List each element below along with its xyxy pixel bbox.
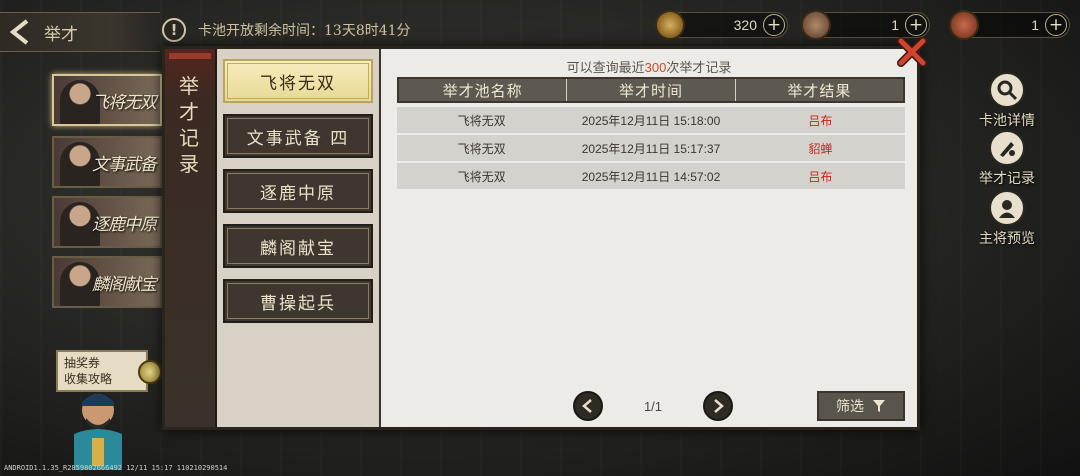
column-header-time: 举才时间 <box>566 79 734 101</box>
currency-value: 1 <box>1031 17 1039 33</box>
filter-button[interactable]: 筛选 <box>817 391 905 421</box>
currency-coin: 320 + <box>655 10 788 40</box>
pool-timer-text: 卡池开放剩余时间：13天8时41分 <box>198 23 411 39</box>
banner-label: 逐鹿中原 <box>92 215 157 235</box>
banner-label: 文事武备 <box>92 155 157 175</box>
mascot-character <box>66 388 130 470</box>
pool-tab-list: 飞将无双 文事武备 四 逐鹿中原 麟阁献宝 曹操起兵 <box>217 49 379 427</box>
coin-icon <box>655 10 685 40</box>
currency-ticket: 1 + <box>949 10 1070 40</box>
tab-linge[interactable]: 麟阁献宝 <box>223 224 373 268</box>
table-row: 飞将无双 2025年12月11日 15:18:00 吕布 <box>397 107 905 133</box>
currency-token: 1 + <box>801 10 930 40</box>
next-page-button[interactable] <box>702 391 733 421</box>
general-preview-button[interactable]: 主将预览 <box>972 190 1042 248</box>
add-token-button[interactable]: + <box>905 14 927 36</box>
banner-feijiang[interactable]: 飞将无双 <box>52 74 162 126</box>
close-button[interactable] <box>896 36 928 68</box>
ticket-icon <box>949 10 979 40</box>
filter-label: 筛选 <box>836 399 864 415</box>
records-modal: 举才记录 飞将无双 文事武备 四 逐鹿中原 麟阁献宝 曹操起兵 可以查询最近30… <box>162 46 920 430</box>
cell-result: 吕布 <box>808 169 833 184</box>
exclamation-icon: ! <box>162 18 186 42</box>
back-arrow-icon <box>0 12 40 52</box>
cell-time: 2025年12月11日 14:57:02 <box>581 169 721 184</box>
pool-timer-notice: ! 卡池开放剩余时间：13天8时41分 <box>162 18 411 42</box>
chevron-right-icon <box>714 399 724 413</box>
page-indicator: 1/1 <box>643 398 663 414</box>
currency-value: 320 <box>733 17 757 33</box>
prev-page-button[interactable] <box>573 391 603 421</box>
guide-line2: 收集攻略 <box>64 372 113 386</box>
magnifier-icon <box>989 72 1025 108</box>
pool-details-button[interactable]: 卡池详情 <box>972 72 1042 130</box>
banner-linge[interactable]: 麟阁献宝 <box>52 256 162 308</box>
banner-label: 飞将无双 <box>92 93 157 113</box>
cell-result: 貂蝉 <box>808 141 833 156</box>
add-coin-button[interactable]: + <box>763 14 785 36</box>
cell-pool: 飞将无双 <box>457 113 506 128</box>
add-ticket-button[interactable]: + <box>1045 14 1067 36</box>
close-icon <box>897 37 927 67</box>
modal-side-title: 举才记录 <box>165 49 217 427</box>
medal-icon <box>138 360 162 384</box>
menu-label: 主将预览 <box>979 231 1035 247</box>
tab-wenshi[interactable]: 文事武备 四 <box>223 114 373 158</box>
hint-suffix: 次举才记录 <box>666 60 732 75</box>
hint-count: 300 <box>644 60 667 75</box>
cell-result: 吕布 <box>808 113 833 128</box>
menu-label: 举才记录 <box>979 171 1035 187</box>
general-icon <box>989 190 1025 226</box>
brush-icon <box>989 130 1025 166</box>
cell-time: 2025年12月11日 15:18:00 <box>581 113 721 128</box>
table-row: 飞将无双 2025年12月11日 15:17:37 貂蝉 <box>397 135 905 161</box>
currency-value: 1 <box>891 17 899 33</box>
pagination: 1/1 <box>573 391 733 421</box>
cell-time: 2025年12月11日 15:17:37 <box>581 141 721 156</box>
page-title: 举才 <box>44 24 78 45</box>
funnel-icon <box>873 400 885 412</box>
table-header: 举才池名称 举才时间 举才结果 <box>397 77 905 103</box>
banner-zhulu[interactable]: 逐鹿中原 <box>52 196 162 248</box>
side-title-text: 举才记录 <box>179 74 199 176</box>
records-button[interactable]: 举才记录 <box>972 130 1042 188</box>
tab-caocao[interactable]: 曹操起兵 <box>223 279 373 323</box>
menu-label: 卡池详情 <box>979 113 1035 129</box>
guide-line1: 抽奖券 <box>64 356 101 370</box>
records-hint: 可以查询最近300次举才记录 <box>381 57 917 76</box>
side-title-accent <box>169 53 211 59</box>
hint-prefix: 可以查询最近 <box>566 60 645 75</box>
ticket-guide-button[interactable]: 抽奖券 收集攻略 <box>56 350 162 392</box>
back-button[interactable]: 举才 <box>0 12 160 52</box>
tab-feijiang[interactable]: 飞将无双 <box>223 59 373 103</box>
banner-wenshi[interactable]: 文事武备 <box>52 136 162 188</box>
column-header-result: 举才结果 <box>734 79 903 101</box>
build-info: ANDROID1.1.35_R2859802666492 12/11 15:17… <box>4 464 228 472</box>
cell-pool: 飞将无双 <box>457 169 506 184</box>
chevron-left-icon <box>582 399 592 413</box>
cell-pool: 飞将无双 <box>457 141 506 156</box>
tab-zhulu[interactable]: 逐鹿中原 <box>223 169 373 213</box>
table-row: 飞将无双 2025年12月11日 14:57:02 吕布 <box>397 163 905 189</box>
banner-label: 麟阁献宝 <box>92 275 157 295</box>
records-panel: 可以查询最近300次举才记录 举才池名称 举才时间 举才结果 飞将无双 2025… <box>381 49 917 427</box>
token-icon <box>801 10 831 40</box>
column-header-pool: 举才池名称 <box>442 81 523 100</box>
